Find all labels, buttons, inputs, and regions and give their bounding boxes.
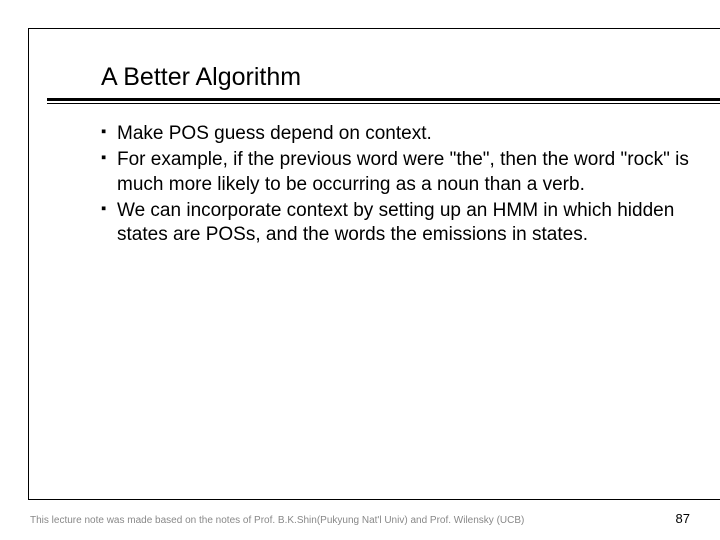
bullet-list: Make POS guess depend on context. For ex…: [99, 122, 720, 248]
slide-title: A Better Algorithm: [99, 63, 720, 92]
footer-note: This lecture note was made based on the …: [30, 515, 524, 526]
bullet-item: For example, if the previous word were "…: [101, 148, 720, 197]
bullet-item: We can incorporate context by setting up…: [101, 199, 720, 248]
page-number: 87: [676, 511, 690, 526]
title-underline: [47, 98, 720, 104]
footer: This lecture note was made based on the …: [30, 511, 690, 526]
slide-frame: A Better Algorithm Make POS guess depend…: [28, 28, 720, 500]
bullet-item: Make POS guess depend on context.: [101, 122, 720, 146]
